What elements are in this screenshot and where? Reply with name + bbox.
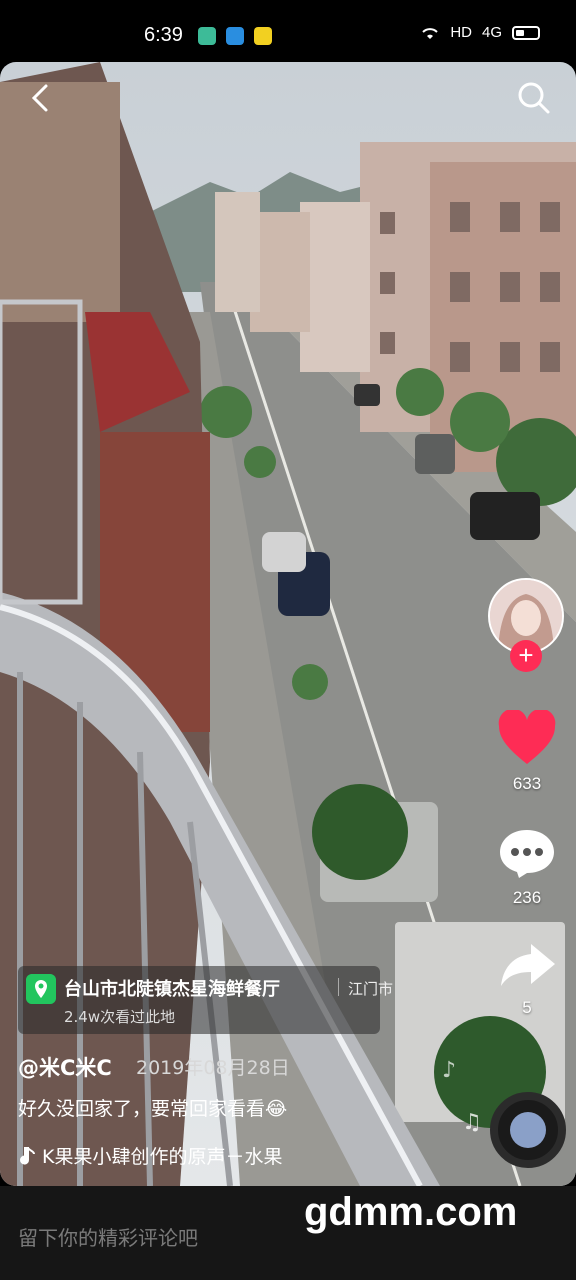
location-name: 台山市北陡镇杰星海鲜餐厅 xyxy=(64,979,280,1000)
share-count: 5 xyxy=(522,998,532,1017)
author-avatar-group[interactable]: + xyxy=(488,578,564,672)
floating-note-icon: ♫ xyxy=(462,1110,482,1135)
share-button[interactable]: 5 xyxy=(488,940,566,1018)
signal-label: 4G xyxy=(481,24,502,41)
location-tag[interactable]: 台山市北陡镇杰星海鲜餐厅 江门市 2.4w次看过此地 xyxy=(18,966,393,1034)
location-divider xyxy=(338,978,339,996)
follow-button[interactable]: + xyxy=(510,640,542,672)
status-time: 6:39 xyxy=(144,24,183,46)
music-note-icon xyxy=(20,1146,35,1165)
status-indicators: HD 4G xyxy=(420,24,540,41)
battery-icon xyxy=(512,25,540,40)
status-bar: 6:39 HD 4G xyxy=(0,0,576,62)
warning-icon xyxy=(254,27,272,45)
location-city: 江门市 xyxy=(348,980,394,998)
comment-icon xyxy=(500,830,554,878)
post-caption: 好久没回家了，要常回家看看😂 xyxy=(18,1098,288,1120)
watermark: gdmm.com xyxy=(304,1190,518,1234)
like-button[interactable]: 633 xyxy=(488,708,566,794)
floating-note-icon: ♪ xyxy=(442,1058,457,1083)
wifi-icon xyxy=(422,27,439,39)
post-date: 2019年08月28日 xyxy=(136,1057,290,1079)
notification-icon xyxy=(198,27,216,45)
comment-button[interactable]: 236 xyxy=(488,826,566,908)
location-views: 2.4w次看过此地 xyxy=(64,1008,176,1026)
network-type: HD xyxy=(450,24,472,41)
search-icon[interactable] xyxy=(514,78,554,118)
location-pin-icon xyxy=(26,974,56,1004)
notification-icon xyxy=(226,27,244,45)
music-info[interactable]: K果果小肆创作的原声－水果 xyxy=(18,1142,282,1169)
music-title: K果果小肆创作的原声－水果 xyxy=(42,1146,283,1168)
comment-count: 236 xyxy=(512,888,542,907)
heart-icon xyxy=(498,708,556,764)
music-disc[interactable] xyxy=(490,1092,566,1168)
back-icon[interactable] xyxy=(22,78,62,118)
author-name[interactable]: @米C米C xyxy=(18,1052,112,1082)
share-icon xyxy=(501,944,555,986)
comment-input[interactable]: 留下你的精彩评论吧 xyxy=(18,1222,198,1251)
like-count: 633 xyxy=(512,774,542,793)
music-disc-cover xyxy=(510,1112,546,1148)
